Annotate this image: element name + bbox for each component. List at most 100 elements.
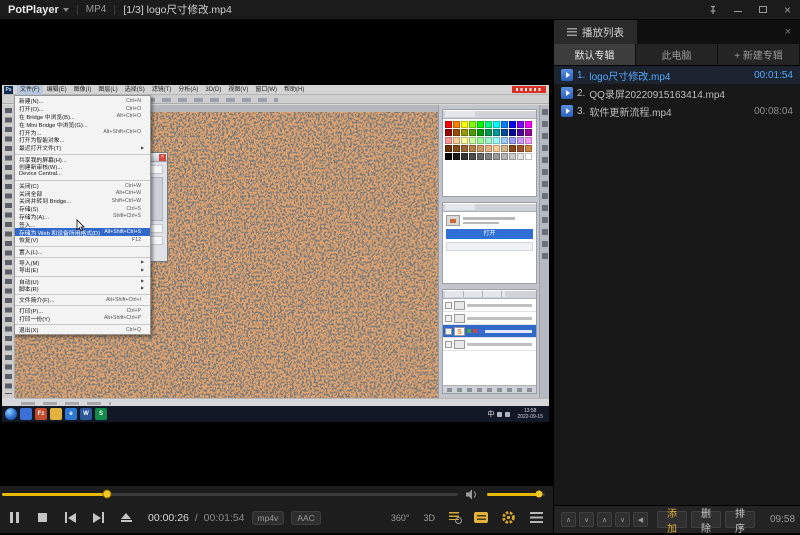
color-swatch — [525, 129, 532, 136]
panel-header-tabs — [443, 291, 536, 299]
logo-color-dot — [467, 329, 471, 333]
menu-hamburger-icon[interactable] — [530, 512, 543, 523]
playlist-action-button[interactable]: 排序 — [725, 511, 755, 528]
titlebar[interactable]: PotPlayer MP4 [1/3] logo尺寸修改.mp4 × — [0, 0, 800, 20]
ps-menu-item: 窗口(W) — [252, 85, 280, 95]
color-swatch — [461, 153, 468, 160]
pause-icon — [10, 512, 19, 523]
media-file-icon — [561, 105, 573, 117]
color-swatch — [493, 137, 500, 144]
color-swatch — [461, 137, 468, 144]
color-swatch — [485, 121, 492, 128]
playlist-item-name: logo尺寸修改.mp4 — [589, 68, 750, 83]
playlist-close-icon[interactable]: × — [776, 26, 800, 38]
playlist-action-button[interactable]: 添加 — [657, 511, 687, 528]
volume-slider[interactable] — [487, 493, 545, 496]
ps-file-menu-item: 退出(X) Ctrl+Q — [15, 324, 150, 333]
volume-handle[interactable] — [536, 491, 543, 498]
subtitle-panel-icon[interactable] — [474, 512, 488, 523]
album-tab[interactable]: 此电脑 — [636, 44, 718, 65]
playlist-item[interactable]: 3. 软件更新流程.mp4 00:08:04 — [554, 102, 800, 120]
playlist-item-number: 1. — [577, 70, 585, 81]
playlist-item[interactable]: 2. QQ录屏20220915163414.mp4 — [554, 84, 800, 102]
playlist-nav-button[interactable]: ∧ — [561, 512, 576, 527]
playlist-nav-button[interactable]: ◀ — [633, 512, 648, 527]
ps-menu-item: 3D(D) — [202, 85, 224, 95]
color-swatch — [477, 137, 484, 144]
menu-item-shortcut: Ctrl+P — [122, 308, 141, 314]
menu-item-shortcut: Alt+Shift+Ctrl+S — [100, 229, 141, 235]
subtitle-search-icon[interactable] — [449, 512, 461, 523]
layer-visibility-icon — [445, 328, 452, 335]
playlist-action-button[interactable]: 删除 — [691, 511, 721, 528]
open-file-button[interactable] — [112, 505, 140, 531]
previous-button[interactable] — [56, 505, 84, 531]
playlist-nav-button[interactable]: ∧ — [597, 512, 612, 527]
album-tabs: 默认专辑此电脑+ 新建专辑 — [554, 44, 800, 66]
minimize-button[interactable] — [725, 0, 750, 20]
maximize-button[interactable] — [750, 0, 775, 20]
color-swatch — [525, 145, 532, 152]
playlist-tab[interactable]: 播放列表 — [554, 20, 637, 44]
playlist-nav-button[interactable]: ∨ — [615, 512, 630, 527]
seek-bar[interactable] — [2, 493, 458, 496]
taskbar-icon — [20, 408, 32, 420]
menu-item-label: 恢复(V) — [19, 235, 38, 244]
input-method-indicator: 中 — [487, 409, 494, 419]
minimize-icon — [734, 11, 742, 13]
chevron-down-icon[interactable] — [63, 8, 69, 12]
submenu-arrow-icon — [141, 259, 146, 265]
color-swatch — [509, 153, 516, 160]
volume-icon[interactable] — [466, 489, 479, 500]
color-swatch — [493, 121, 500, 128]
ps-menu-item: 文件(F) — [17, 85, 43, 95]
settings-gear-icon[interactable] — [501, 510, 516, 525]
open-icon — [121, 513, 132, 523]
time-current: 00:00:26 — [148, 512, 189, 524]
color-swatch — [453, 153, 460, 160]
menu-item-shortcut: Shift+Ctrl+W — [108, 198, 141, 204]
color-swatch — [445, 153, 452, 160]
seek-handle[interactable] — [102, 490, 111, 499]
playlist-item-name: 软件更新流程.mp4 — [589, 104, 750, 119]
menu-item-shortcut: F12 — [128, 237, 141, 243]
playlist-nav-buttons: ∧∨∧∨◀ — [561, 512, 648, 527]
photoshop-logo: Ps — [4, 86, 13, 94]
menu-item-shortcut: Alt+Ctrl+W — [112, 190, 141, 196]
playlist-action-buttons: 添加删除排序 — [657, 511, 755, 528]
file-thumbnail — [446, 215, 460, 226]
layer-thumbnail — [454, 301, 465, 310]
mouse-cursor — [76, 219, 85, 232]
pause-button[interactable] — [0, 505, 28, 531]
color-swatch — [493, 153, 500, 160]
start-button-icon — [5, 408, 17, 420]
color-swatch — [485, 153, 492, 160]
close-button[interactable]: × — [775, 0, 800, 20]
vr-360-button[interactable]: 360° — [391, 513, 410, 523]
playlist-item-duration: 00:08:04 — [754, 106, 793, 117]
stereo-3d-button[interactable]: 3D — [423, 513, 435, 523]
color-swatch — [485, 145, 492, 152]
ps-menubar: Ps 文件(F)编辑(E)图像(I)图层(L)选择(S)滤镜(T)分析(A)3D… — [2, 85, 549, 95]
playlist-item[interactable]: 1. logo尺寸修改.mp4 00:01:54 — [554, 66, 800, 84]
album-tab[interactable]: + 新建专辑 — [718, 44, 800, 65]
audio-codec-badge[interactable]: AAC — [291, 511, 320, 525]
taskbar-date: 2022-09-15 — [517, 414, 543, 420]
ps-file-menu-item: 打印一份(Y) Alt+Shift+Ctrl+P — [15, 314, 150, 322]
app-logo[interactable]: PotPlayer — [8, 4, 59, 16]
video-codec-badge[interactable]: mp4v — [252, 511, 285, 525]
video-surface[interactable]: Ps 文件(F)编辑(E)图像(I)图层(L)选择(S)滤镜(T)分析(A)3D… — [0, 20, 553, 485]
stop-button[interactable] — [28, 505, 56, 531]
format-badge: MP4 — [86, 4, 107, 15]
album-tab[interactable]: 默认专辑 — [554, 44, 636, 65]
video-frame-content: Ps 文件(F)编辑(E)图像(I)图层(L)选择(S)滤镜(T)分析(A)3D… — [2, 85, 549, 422]
color-swatch — [525, 137, 532, 144]
seek-row — [0, 486, 553, 502]
color-swatch — [517, 153, 524, 160]
titlebar-divider — [114, 5, 115, 15]
pin-button[interactable] — [700, 0, 725, 20]
playlist-item-number: 3. — [577, 106, 585, 117]
next-button[interactable] — [84, 505, 112, 531]
playlist-item-number: 2. — [577, 88, 585, 99]
playlist-nav-button[interactable]: ∨ — [579, 512, 594, 527]
